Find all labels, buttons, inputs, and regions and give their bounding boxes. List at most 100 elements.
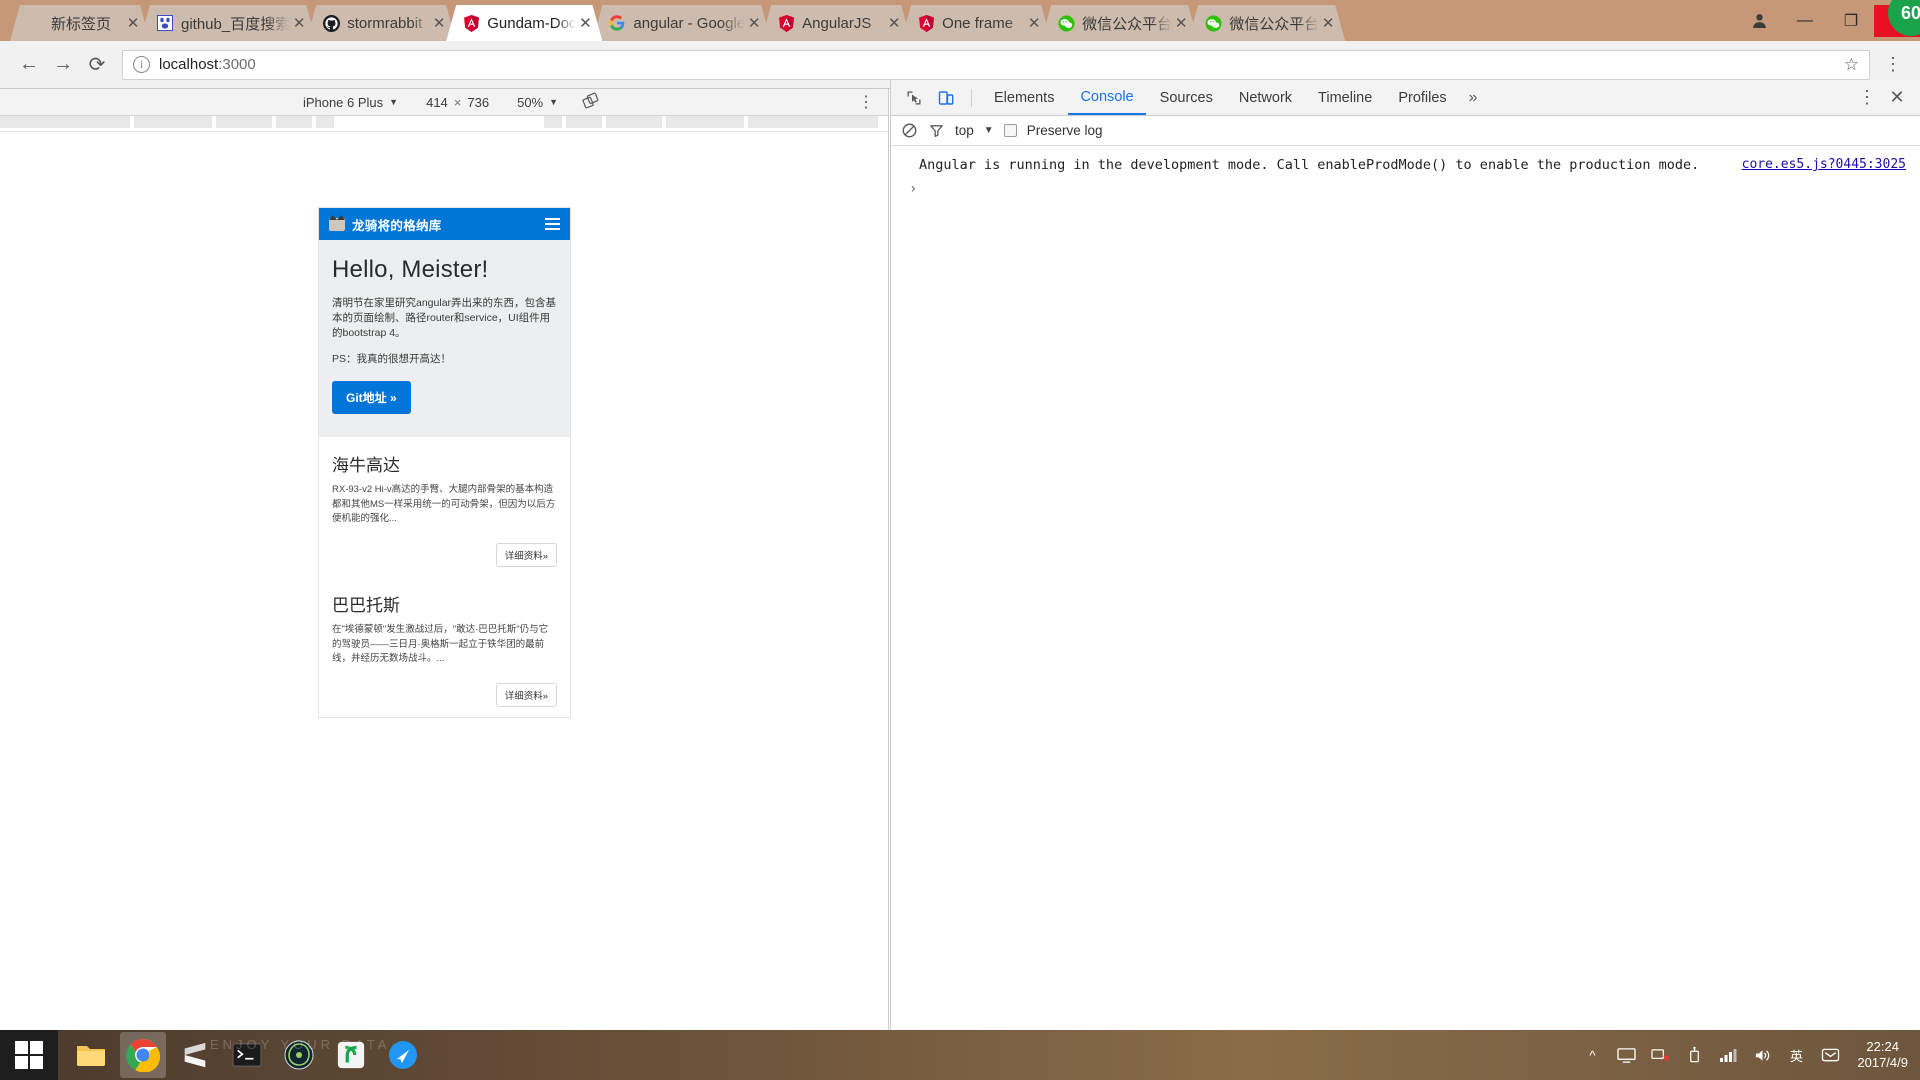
browser-tab[interactable]: AngularJS ✕ <box>761 5 911 41</box>
back-button[interactable]: ← <box>12 48 46 82</box>
signal-icon[interactable] <box>1717 1047 1739 1063</box>
baidu-icon <box>156 14 174 32</box>
console-context-selector[interactable]: top <box>955 123 974 138</box>
minimize-button[interactable]: — <box>1782 5 1828 37</box>
tab-elements[interactable]: Elements <box>982 80 1066 115</box>
windows-start-icon[interactable] <box>0 1030 58 1080</box>
tab-close-icon[interactable]: ✕ <box>1025 14 1043 32</box>
emulated-viewport: 龙骑将的格纳库 Hello, Meister! 清明节在家里研究angular弄… <box>0 132 888 1012</box>
forward-button[interactable]: → <box>46 48 80 82</box>
git-link-button[interactable]: Git地址 » <box>332 380 411 414</box>
jumbotron: Hello, Meister! 清明节在家里研究angular弄出来的东西，包含… <box>319 240 570 436</box>
volume-icon[interactable] <box>1751 1047 1773 1064</box>
tab-sources[interactable]: Sources <box>1148 80 1225 115</box>
browser-tab[interactable]: angular - Google ✕ <box>592 5 771 41</box>
clock-time: 22:24 <box>1866 1038 1899 1054</box>
console-prompt[interactable]: › <box>891 177 1920 201</box>
more-tabs-icon[interactable]: » <box>1461 89 1486 107</box>
tab-title: angular - Google <box>633 14 746 32</box>
card-body: RX-93-v2 Hi-v高达的手臂、大腿内部骨架的基本构造都和其他MS一样采用… <box>332 483 556 525</box>
gundam-head-icon <box>329 214 345 231</box>
clock-date: 2017/4/9 <box>1857 1055 1908 1070</box>
mobile-page: 龙骑将的格纳库 Hello, Meister! 清明节在家里研究angular弄… <box>318 207 571 719</box>
navbar-brand[interactable]: 龙骑将的格纳库 <box>352 215 442 234</box>
chrome-menu-icon[interactable]: ⋮ <box>1878 54 1908 75</box>
tab-favicon-none <box>26 14 44 32</box>
browser-tab[interactable]: github_百度搜索 ✕ <box>140 5 316 41</box>
tab-close-icon[interactable]: ✕ <box>1319 14 1337 32</box>
address-bar[interactable]: i localhost :3000 ☆ <box>122 49 1870 80</box>
browser-tab[interactable]: 新标签页 ✕ <box>10 5 150 41</box>
ime-indicator[interactable]: 英 <box>1785 1046 1807 1065</box>
device-emulation-toolbar: iPhone 6 Plus ▼ 414 × 736 50% ▼ ⋮ <box>0 89 888 116</box>
screen: 新标签页 ✕ github_百度搜索 ✕ stormrabbit ✕ Gunda… <box>0 0 1920 1080</box>
console-source-link[interactable]: core.es5.js?0445:3025 <box>1742 156 1906 174</box>
browser-tab[interactable]: 微信公众平台 ✕ <box>1041 5 1198 41</box>
device-toolbar-icon[interactable] <box>931 84 961 112</box>
card-detail-button[interactable]: 详细资料» <box>495 683 557 708</box>
tab-console[interactable]: Console <box>1068 80 1146 115</box>
card-title: 巴巴托斯 <box>332 596 400 616</box>
usb-icon[interactable] <box>1683 1046 1705 1064</box>
devtools-settings-icon[interactable]: ⋮ <box>1852 87 1882 108</box>
card-detail-button[interactable]: 详细资料» <box>495 543 557 568</box>
console-output: Angular is running in the development mo… <box>891 146 1920 201</box>
devtools-close-icon[interactable]: ✕ <box>1882 87 1912 108</box>
chrome-icon[interactable] <box>120 1032 166 1078</box>
bookmark-star-icon[interactable]: ☆ <box>1844 55 1859 75</box>
browser-tab-active[interactable]: Gundam-Doc ✕ <box>446 5 602 41</box>
card-footer: 详细资料» <box>319 675 570 717</box>
tab-network[interactable]: Network <box>1227 80 1304 115</box>
clear-console-icon[interactable] <box>901 122 918 139</box>
page-navbar: 龙骑将的格纳库 <box>319 208 570 240</box>
profile-button[interactable] <box>1736 5 1782 37</box>
tab-timeline[interactable]: Timeline <box>1306 80 1384 115</box>
tab-close-icon[interactable]: ✕ <box>576 14 594 32</box>
device-dimensions: 414 × 736 <box>426 95 489 110</box>
viewport-ruler <box>0 116 888 132</box>
tab-close-icon[interactable]: ✕ <box>745 14 763 32</box>
reload-button[interactable]: ⟳ <box>80 48 114 82</box>
device-width-input[interactable]: 414 <box>426 95 448 110</box>
wechat-icon <box>1204 14 1222 32</box>
network-error-icon[interactable] <box>1649 1047 1671 1064</box>
browser-tab[interactable]: One frame ✕ <box>901 5 1051 41</box>
tab-close-icon[interactable]: ✕ <box>885 14 903 32</box>
tab-close-icon[interactable]: ✕ <box>1172 14 1190 32</box>
card-section: 巴巴托斯 在"埃德蒙顿"发生激战过后，"敢达·巴巴托斯"仍与它的驾驶员——三日月… <box>319 577 570 675</box>
file-explorer-icon[interactable] <box>68 1032 114 1078</box>
filter-icon[interactable] <box>928 122 945 139</box>
devtools-panel: Elements Console Sources Network Timelin… <box>890 80 1920 1030</box>
angular-icon <box>917 14 935 32</box>
device-name: iPhone 6 Plus <box>302 94 384 110</box>
tab-title: 微信公众平台 <box>1082 15 1173 33</box>
site-info-icon[interactable]: i <box>133 56 150 73</box>
hamburger-icon[interactable] <box>545 218 560 230</box>
monitor-icon[interactable] <box>1615 1047 1637 1064</box>
chevron-down-icon[interactable]: ▼ <box>984 125 994 136</box>
show-hidden-icons[interactable]: ^ <box>1581 1048 1603 1063</box>
tab-title: 新标签页 <box>51 15 112 33</box>
page-viewport-area: iPhone 6 Plus ▼ 414 × 736 50% ▼ ⋮ 龙骑将的格纳… <box>0 89 889 1030</box>
tab-close-icon[interactable]: ✕ <box>430 14 448 32</box>
tab-close-icon[interactable]: ✕ <box>124 14 142 32</box>
tab-title: github_百度搜索 <box>181 15 291 33</box>
browser-tab[interactable]: 微信公众平台 ✕ <box>1188 5 1345 41</box>
tab-profiles[interactable]: Profiles <box>1386 80 1458 115</box>
url-host: localhost <box>159 56 219 73</box>
taskbar-clock[interactable]: 22:24 2017/4/9 <box>1853 1039 1908 1072</box>
preserve-log-checkbox[interactable] <box>1003 124 1017 137</box>
github-icon <box>322 14 340 32</box>
rotate-icon[interactable] <box>582 92 599 112</box>
page-title: Hello, Meister! <box>332 256 489 283</box>
message-icon[interactable] <box>1819 1047 1841 1064</box>
device-height-input[interactable]: 736 <box>467 95 489 110</box>
zoom-selector[interactable]: 50% ▼ <box>517 95 558 110</box>
device-more-options-icon[interactable]: ⋮ <box>858 92 874 112</box>
inspect-cursor-icon[interactable] <box>899 84 929 112</box>
browser-tab[interactable]: stormrabbit ✕ <box>306 5 456 41</box>
windows-taskbar: ENJOY YOUR DATA ^ 英 22:24 2017/4/9 <box>0 1030 1920 1080</box>
device-selector[interactable]: iPhone 6 Plus ▼ <box>303 95 398 110</box>
maximize-button[interactable]: ❐ <box>1828 5 1874 37</box>
tab-close-icon[interactable]: ✕ <box>290 14 308 32</box>
